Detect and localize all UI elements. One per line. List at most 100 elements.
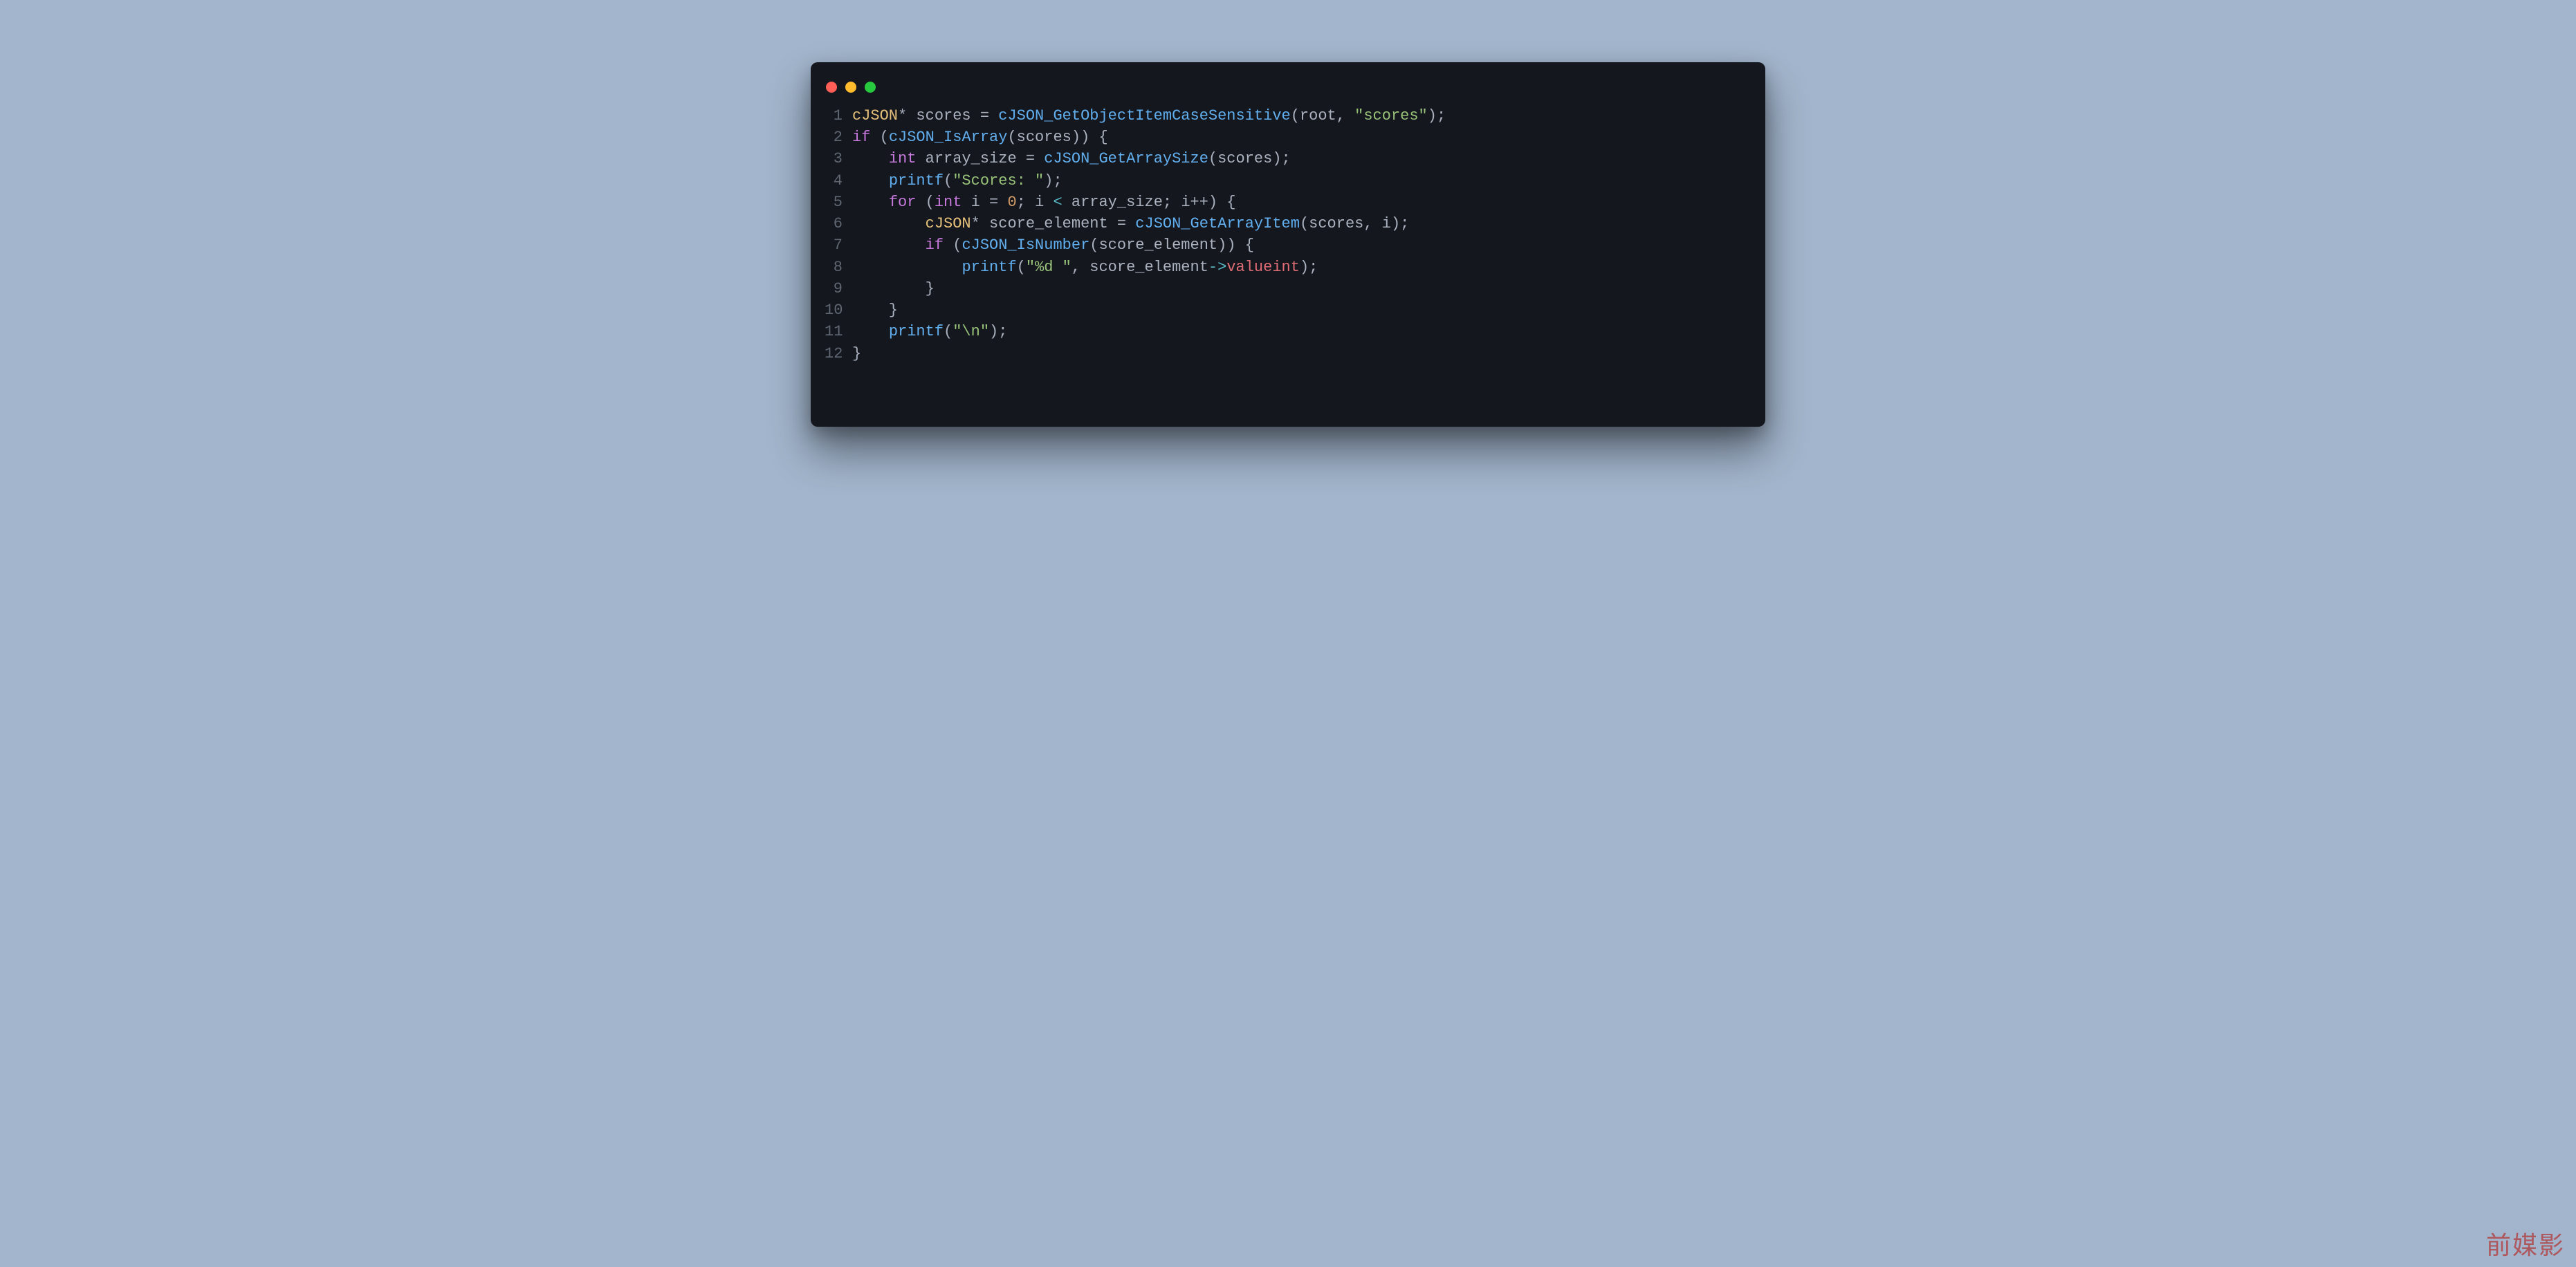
code-line: 11 printf("\n"); — [825, 321, 1746, 342]
code-line: 10 } — [825, 299, 1746, 321]
code-token: ( — [1291, 107, 1300, 124]
code-token: cJSON_IsArray — [889, 129, 1008, 146]
stage: 1cJSON* scores = cJSON_GetObjectItemCase… — [0, 0, 2576, 1267]
line-number: 1 — [825, 105, 852, 127]
code-line: 5 for (int i = 0; i < array_size; i++) { — [825, 192, 1746, 213]
code-token: scores — [916, 107, 970, 124]
code-token: 0 — [1007, 194, 1016, 211]
code-token: ( — [944, 323, 953, 340]
code-token: ( — [1089, 237, 1098, 254]
code-token — [852, 215, 926, 232]
line-content: cJSON* scores = cJSON_GetObjectItemCaseS… — [852, 105, 1446, 127]
code-token — [852, 150, 889, 167]
code-line: 8 printf("%d ", score_element->valueint)… — [825, 257, 1746, 278]
line-content: } — [852, 299, 898, 321]
line-number: 8 — [825, 257, 852, 278]
code-token: "scores" — [1354, 107, 1428, 124]
code-token: if — [852, 129, 870, 146]
code-token: ; — [1017, 194, 1035, 211]
code-token: "\n" — [953, 323, 989, 340]
code-token: -> — [1208, 259, 1226, 276]
line-content: } — [852, 343, 861, 364]
code-token: array_size — [926, 150, 1017, 167]
code-token: cJSON — [926, 215, 971, 232]
line-number: 7 — [825, 234, 852, 256]
zoom-icon[interactable] — [865, 82, 876, 93]
code-token: = — [980, 194, 1008, 211]
code-line: 9 } — [825, 278, 1746, 299]
code-token: ( — [1017, 259, 1026, 276]
code-token: valueint — [1226, 259, 1300, 276]
line-number: 6 — [825, 213, 852, 234]
code-token: ++) { — [1190, 194, 1236, 211]
code-token: )) { — [1071, 129, 1108, 146]
window-titlebar — [811, 77, 1765, 105]
code-token: ; — [1163, 194, 1181, 211]
code-token: ); — [1391, 215, 1409, 232]
code-token: )) { — [1217, 237, 1254, 254]
code-token — [852, 323, 889, 340]
code-token: , — [1363, 215, 1381, 232]
line-number: 12 — [825, 343, 852, 364]
line-number: 5 — [825, 192, 852, 213]
line-number: 11 — [825, 321, 852, 342]
minimize-icon[interactable] — [845, 82, 856, 93]
code-token: ( — [1007, 129, 1016, 146]
code-token: i — [1382, 215, 1391, 232]
code-token: score_element — [1089, 259, 1208, 276]
line-content: printf("%d ", score_element->valueint); — [852, 257, 1318, 278]
code-token: printf — [889, 323, 944, 340]
close-icon[interactable] — [826, 82, 837, 93]
code-token — [852, 172, 889, 189]
line-number: 2 — [825, 127, 852, 148]
code-token: = — [1017, 150, 1045, 167]
code-token — [852, 237, 926, 254]
code-token: ( — [944, 172, 953, 189]
code-token: * — [971, 215, 989, 232]
code-token — [962, 194, 970, 211]
code-token: , — [1336, 107, 1354, 124]
code-token: "%d " — [1026, 259, 1071, 276]
code-line: 1cJSON* scores = cJSON_GetObjectItemCase… — [825, 105, 1746, 127]
code-token: ); — [1044, 172, 1062, 189]
code-token: scores — [1309, 215, 1363, 232]
code-token — [916, 150, 925, 167]
code-token: cJSON_IsNumber — [962, 237, 1089, 254]
code-token: ( — [1300, 215, 1309, 232]
code-token: cJSON_GetObjectItemCaseSensitive — [998, 107, 1290, 124]
code-token: = — [971, 107, 999, 124]
line-content: printf("\n"); — [852, 321, 1007, 342]
line-content: cJSON* score_element = cJSON_GetArrayIte… — [852, 213, 1409, 234]
code-token: ); — [1428, 107, 1446, 124]
code-token: = — [1108, 215, 1136, 232]
code-token: i — [1181, 194, 1190, 211]
code-token: scores — [1217, 150, 1272, 167]
line-content: } — [852, 278, 935, 299]
code-token — [852, 259, 962, 276]
code-token: cJSON_GetArraySize — [1044, 150, 1208, 167]
code-token: array_size — [1071, 194, 1163, 211]
line-content: for (int i = 0; i < array_size; i++) { — [852, 192, 1236, 213]
code-token: if — [926, 237, 944, 254]
code-line: 7 if (cJSON_IsNumber(score_element)) { — [825, 234, 1746, 256]
code-token: , — [1071, 259, 1089, 276]
code-token: ); — [989, 323, 1007, 340]
code-block[interactable]: 1cJSON* scores = cJSON_GetObjectItemCase… — [811, 105, 1765, 364]
code-token: } — [852, 280, 935, 297]
code-token: * — [898, 107, 916, 124]
code-token: ( — [916, 194, 934, 211]
code-token: int — [935, 194, 962, 211]
line-number: 9 — [825, 278, 852, 299]
code-window: 1cJSON* scores = cJSON_GetObjectItemCase… — [811, 62, 1765, 427]
line-number: 4 — [825, 170, 852, 192]
code-token: printf — [889, 172, 944, 189]
code-token: for — [889, 194, 917, 211]
code-token: } — [852, 345, 861, 362]
code-token: printf — [962, 259, 1016, 276]
line-content: int array_size = cJSON_GetArraySize(scor… — [852, 148, 1291, 169]
code-line: 12} — [825, 343, 1746, 364]
code-token: i — [1035, 194, 1044, 211]
code-token: ( — [1208, 150, 1217, 167]
code-token: cJSON_GetArrayItem — [1135, 215, 1300, 232]
line-number: 3 — [825, 148, 852, 169]
